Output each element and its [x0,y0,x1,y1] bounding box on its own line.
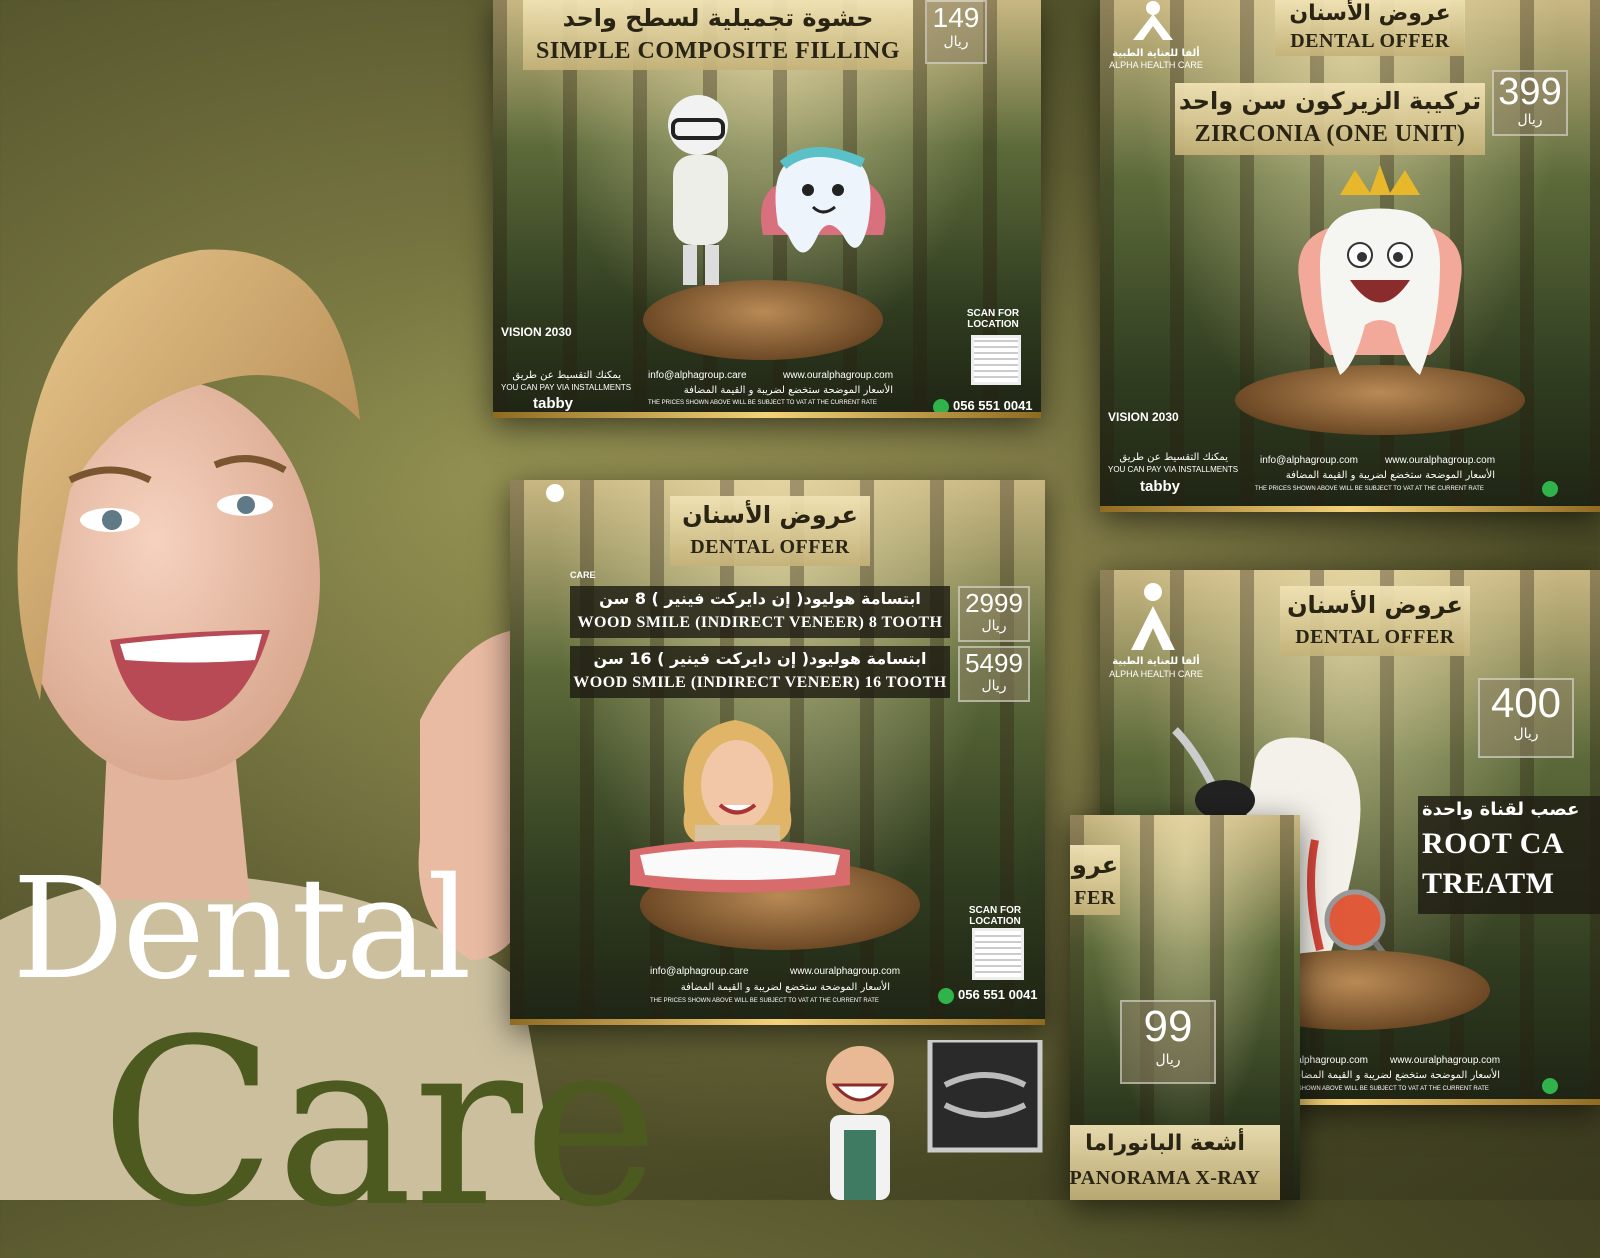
installments-arabic: يمكنك التقسيط عن طريق [1119,452,1228,463]
website-text: www.ouralphagroup.com [1385,455,1496,466]
title-arabic: أشعة البانوراما [1085,1131,1245,1156]
currency-label: ريال [981,618,1007,634]
email-text: info@alphagroup.com [1260,455,1358,466]
installments-english: YOU CAN PAY VIA INSTALLMENTS [1108,465,1239,474]
offer-arabic: عرو [1071,851,1119,879]
vat-arabic: الأسعار الموضحة ستخضع لضريبة و القيمة ال… [1285,470,1495,481]
email-text: info@alphagroup.care [648,370,747,381]
installments-arabic: يمكنك التقسيط عن طريق [512,370,621,381]
currency-label: ريال [1513,726,1539,742]
offer-arabic: عروض الأسنان [1287,591,1463,619]
currency-label: ريال [1517,112,1543,128]
title-plate: تركيبة الزيركون سن واحد ZIRCONIA (ONE UN… [1175,83,1485,155]
title-arabic: حشوة تجميلية لسطح واحد [562,4,874,32]
price-badge: 99 ريال [1120,1000,1216,1084]
title-plate: أشعة البانوراما PANORAMA X-RAY [1070,1125,1280,1200]
alpha-logo-icon [546,484,564,502]
vat-arabic: الأسعار الموضحة ستخضع لضريبة و القيمة ال… [680,982,890,993]
alpha-logo-icon [1131,583,1175,650]
vat-english: THE PRICES SHOWN ABOVE WILL BE SUBJECT T… [648,400,877,406]
price-badge-8-tooth: 2999 ريال [958,586,1030,642]
price-value: 5499 [965,648,1023,678]
offer-card-composite-filling[interactable]: حشوة تجميلية لسطح واحد SIMPLE COMPOSITE … [493,0,1041,418]
offer-plate: عروض الأسنان DENTAL OFFER [670,496,870,566]
price-value: 2999 [965,588,1023,618]
tabby-logo: tabby [533,395,574,412]
crowned-tooth-illustration [1298,165,1462,375]
vat-english: THE PRICES SHOWN ABOVE WILL BE SUBJECT T… [650,998,879,1004]
line2-arabic: ابتسامة هوليود( إن دايركت فينير ) 16 سن [593,649,927,668]
price-value: 149 [932,2,980,33]
email-text: info@alphagroup.care [650,966,749,977]
offer-plate: عروض الأسنان DENTAL OFFER [1280,586,1470,656]
price-badge: 149 ريال [925,0,987,64]
brand-english: ALPHA HEALTH CARE [1109,60,1203,70]
offer-arabic: عروض الأسنان [1289,1,1451,26]
offer-card-panorama[interactable]: عرو FER 99 ريال أشعة البانوراما PANORAMA… [1070,815,1300,1200]
offer-english: DENTAL OFFER [1295,626,1455,648]
offer-line-16-tooth: ابتسامة هوليود( إن دايركت فينير ) 16 سن … [570,646,950,698]
brand-english: ALPHA HEALTH CARE [1109,669,1203,679]
line1-arabic: ابتسامة هوليود( إن دايركت فينير ) 8 سن [599,589,921,608]
offer-plate: عروض الأسنان DENTAL OFFER [1275,0,1465,56]
title-plate: عصب لقناة واحدة ROOT CA TREATM [1418,796,1600,914]
offer-plate: عرو FER [1070,845,1120,915]
title-arabic: تركيبة الزيركون سن واحد [1178,87,1482,115]
price-value: 400 [1490,679,1562,726]
website-text: www.ouralphagroup.com [783,370,894,381]
brand-partial: CARE [570,570,596,580]
brand-arabic: ألفا للعناية الطبية [1112,48,1200,59]
offer-arabic: عروض الأسنان [682,501,858,529]
title-plate: حشوة تجميلية لسطح واحد SIMPLE COMPOSITE … [523,0,913,70]
currency-label: ريال [981,678,1007,694]
scan-label: SCAN FOR LOCATION [968,905,1022,927]
offer-english: FER [1074,887,1116,909]
vat-english: THE PRICES SHOWN ABOVE WILL BE SUBJECT T… [1255,486,1484,492]
whatsapp-icon [938,987,954,1004]
offer-card-hollywood-smile[interactable]: CARE عروض الأسنان DENTAL OFFER ابتسامة ه… [510,480,1045,1025]
title-english-1: ROOT CA [1422,827,1565,860]
vision-2030-logo: VISION 2030 [501,325,572,339]
price-value: 399 [1498,71,1562,113]
title-arabic: عصب لقناة واحدة [1422,799,1580,820]
qr-code[interactable] [972,928,1024,980]
brand-arabic: ألفا للعناية الطبية [1112,656,1200,667]
installments-english: YOU CAN PAY VIA INSTALLMENTS [501,383,632,392]
smiling-woman-with-teeth-illustration [630,720,850,893]
website-text: www.ouralphagroup.com [790,966,901,977]
headline-dental: Dental [12,848,472,1011]
dentist-and-tooth-illustration [668,95,886,285]
tabby-logo: tabby [1140,478,1181,495]
offer-line-8-tooth: ابتسامة هوليود( إن دايركت فينير ) 8 سن W… [570,586,950,638]
website-text: www.ouralphagroup.com [1390,1055,1501,1066]
qr-code[interactable] [971,335,1021,385]
phone-number: 056 551 0041 [938,987,1038,1004]
price-badge-16-tooth: 5499 ريال [958,646,1030,702]
price-badge: 400 ريال [1478,678,1574,758]
title-english: PANORAMA X-RAY [1070,1167,1261,1189]
offer-english: DENTAL OFFER [690,536,850,558]
alpha-logo-icon [1133,1,1173,40]
offer-card-zirconia[interactable]: ألفا للعناية الطبية ALPHA HEALTH CARE عر… [1100,0,1600,512]
title-english: ZIRCONIA (ONE UNIT) [1194,121,1466,147]
whatsapp-icon [1542,478,1562,497]
currency-label: ريال [943,34,969,50]
line1-english: WOOD SMILE (INDIRECT VENEER) 8 TOOTH [577,614,943,631]
offer-english: DENTAL OFFER [1290,30,1450,52]
line2-english: WOOD SMILE (INDIRECT VENEER) 16 TOOTH [573,674,947,691]
price-badge: 399 ريال [1492,70,1568,136]
title-english: SIMPLE COMPOSITE FILLING [535,38,901,64]
title-english-2: TREATM [1422,867,1555,900]
scan-label: SCAN FOR LOCATION [966,308,1020,330]
headline-care: Care [100,991,660,1258]
vat-arabic: الأسعار الموضحة ستخضع لضريبة و القيمة ال… [683,385,893,396]
dentist-with-xray-illustration [826,1040,1043,1200]
price-value: 99 [1143,1002,1193,1051]
currency-label: ريال [1155,1052,1181,1068]
whatsapp-icon [1542,1075,1562,1094]
vision-2030-logo: VISION 2030 [1108,410,1179,424]
